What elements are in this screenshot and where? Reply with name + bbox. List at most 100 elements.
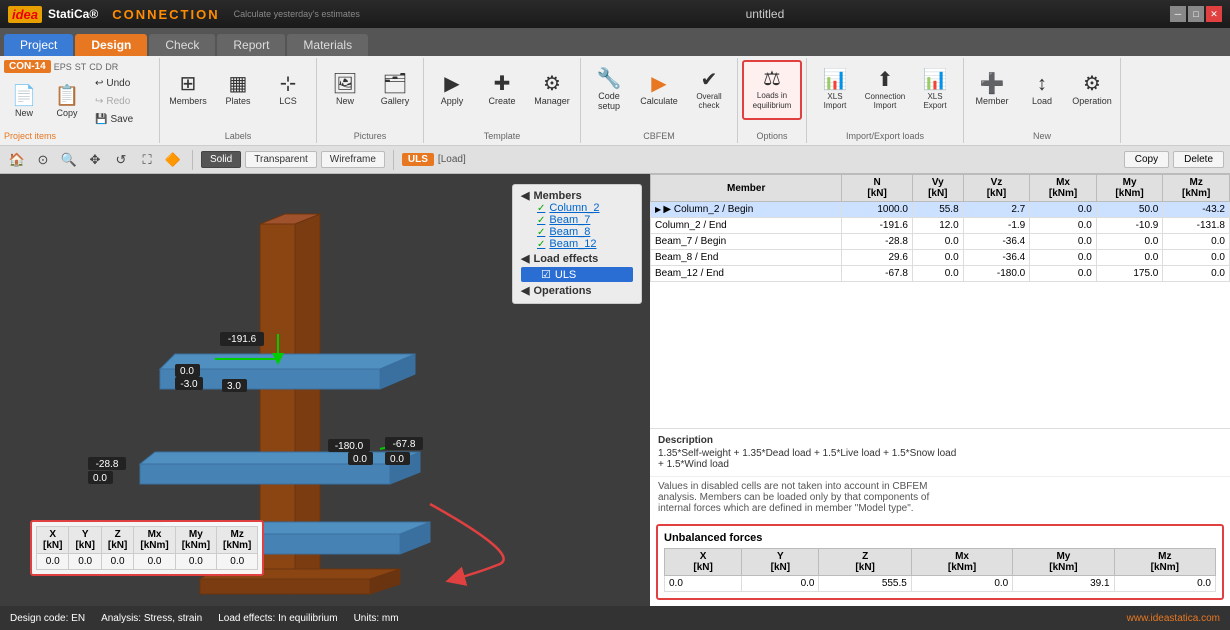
fullscreen-button[interactable]: ⛶: [136, 149, 158, 171]
tree-operations-toggle[interactable]: ◀Operations: [521, 284, 633, 297]
apply-button[interactable]: ▶ Apply: [428, 60, 476, 120]
zoom-fit-button[interactable]: ⊙: [32, 149, 54, 171]
maximize-button[interactable]: □: [1188, 6, 1204, 22]
tree-members-toggle[interactable]: ◀Members: [521, 189, 633, 202]
delete-load-button[interactable]: Delete: [1173, 151, 1224, 168]
tab-project[interactable]: Project: [4, 34, 73, 56]
design-code-item: Design code: EN: [10, 613, 85, 624]
st-icon[interactable]: ST: [75, 62, 87, 72]
copy-load-button[interactable]: Copy: [1124, 151, 1169, 168]
tab-check[interactable]: Check: [149, 34, 215, 56]
copy-delete-group: Copy Delete: [1124, 151, 1224, 168]
overall-check-button[interactable]: ✔ Overall check: [685, 60, 733, 120]
col-mx: Mx[kNm]: [1030, 175, 1097, 202]
right-panel: Member N[kN] Vy[kN] Vz[kN] Mx[kNm] My[kN…: [650, 174, 1230, 606]
cd-icon[interactable]: CD: [89, 62, 102, 72]
website-link[interactable]: www.ideastatica.com: [1127, 613, 1220, 624]
new-operation-button[interactable]: ⚙ Operation: [1068, 60, 1116, 120]
tree-uls-item[interactable]: ☑ULS: [521, 267, 633, 282]
uls-badge: ULS: [402, 153, 434, 166]
svg-text:-191.6: -191.6: [228, 334, 257, 345]
secondary-toolbar: 🏠 ⊙ 🔍 ✥ ↺ ⛶ 🔶 Solid Transparent Wirefram…: [0, 146, 1230, 174]
undo-redo-save: ↩ Undo ↪ Redo 💾 Save: [90, 75, 138, 128]
load-label: [Load]: [438, 154, 466, 165]
dr-icon[interactable]: DR: [105, 62, 118, 72]
tree-beam7[interactable]: ✓Beam_7: [521, 214, 633, 226]
copy-button[interactable]: 📋 Copy: [47, 77, 87, 127]
svg-text:0.0: 0.0: [390, 454, 404, 465]
tree-members-section: ◀Members ✓Column_2 ✓Beam_7 ✓Beam_8 ✓Beam…: [521, 189, 633, 250]
new-member-button[interactable]: ➕ Member: [968, 60, 1016, 120]
tree-panel: TOP L R ◀Members ✓Column_2 ✓Beam_7 ✓Beam…: [512, 184, 642, 304]
lcs-button[interactable]: ⊹ LCS: [264, 60, 312, 120]
new-button[interactable]: 📄 New: [4, 77, 44, 127]
loads-in-equilibrium-button[interactable]: ⚖ Loads inequilibrium: [742, 60, 802, 120]
solid-view-button[interactable]: Solid: [201, 151, 241, 168]
tab-materials[interactable]: Materials: [287, 34, 368, 56]
new-icon: 📄: [12, 86, 37, 106]
unbalanced-row: 0.0 0.0 555.5 0.0 39.1 0.0: [665, 576, 1216, 592]
rotate-button[interactable]: ↺: [110, 149, 132, 171]
project-items-label: Project items: [4, 131, 56, 141]
search-button[interactable]: 🔍: [58, 149, 80, 171]
undo-button[interactable]: ↩ Undo: [90, 75, 138, 92]
description-title: Description: [658, 435, 1222, 446]
new-load-button[interactable]: ↕ Load: [1018, 60, 1066, 120]
ribbon-section-labels: ⊞ Members ▦ Plates ⊹ LCS Labels: [160, 58, 317, 143]
ribbon-section-template: ▶ Apply ✚ Create ⚙ Manager Template: [424, 58, 581, 143]
xls-import-button[interactable]: 📊 XLSImport: [811, 60, 859, 120]
code-setup-button[interactable]: 🔧 Code setup: [585, 60, 633, 120]
xls-export-button[interactable]: 📊 XLSExport: [911, 60, 959, 120]
close-button[interactable]: ✕: [1206, 6, 1222, 22]
ribbon: CON-14 EPS ST CD DR 📄 New 📋 Copy ↩ Undo …: [0, 56, 1230, 146]
viewport-3d[interactable]: -191.6 0.0 -3.0 3.0 -180.0 -67.8 0.0 0.0: [0, 174, 650, 606]
load-data-table: Member N[kN] Vy[kN] Vz[kN] Mx[kNm] My[kN…: [650, 174, 1230, 428]
tree-load-effects-section: ◀Load effects ☑ULS: [521, 252, 633, 282]
settings-icon[interactable]: 🔶: [162, 149, 184, 171]
col-my: My[kNm]: [1096, 175, 1163, 202]
connection-label: CONNECTION: [112, 7, 219, 22]
description-box: Description 1.35*Self-weight + 1.35*Dead…: [650, 428, 1230, 476]
save-button[interactable]: 💾 Save: [90, 111, 138, 128]
divider2: [393, 150, 394, 170]
tree-beam8[interactable]: ✓Beam_8: [521, 226, 633, 238]
redo-button[interactable]: ↪ Redo: [90, 93, 138, 110]
svg-text:-3.0: -3.0: [180, 379, 198, 390]
table-row[interactable]: Beam_7 / Begin -28.8 0.0 -36.4 0.0 0.0 0…: [651, 234, 1230, 250]
statica-label: StatiCa®: [48, 7, 98, 21]
app-logo: idea StatiCa® CONNECTION Calculate yeste…: [8, 6, 360, 23]
tab-design[interactable]: Design: [75, 34, 147, 56]
home-button[interactable]: 🏠: [6, 149, 28, 171]
con-btn[interactable]: CON-14: [4, 60, 51, 73]
gallery-button[interactable]: 🗂 Gallery: [371, 60, 419, 120]
table-row[interactable]: Column_2 / End -191.6 12.0 -1.9 0.0 -10.…: [651, 218, 1230, 234]
col-vy: Vy[kN]: [912, 175, 963, 202]
minimize-button[interactable]: ─: [1170, 6, 1186, 22]
pan-button[interactable]: ✥: [84, 149, 106, 171]
idea-logo: idea: [8, 6, 42, 23]
table-row[interactable]: ▶ Column_2 / Begin 1000.0 55.8 2.7 0.0 5…: [651, 202, 1230, 218]
connection-import-button[interactable]: ⬆ ConnectionImport: [861, 60, 909, 120]
transparent-view-button[interactable]: Transparent: [245, 151, 317, 168]
labels-section-label: Labels: [164, 129, 312, 141]
divider: [192, 150, 193, 170]
tab-report[interactable]: Report: [217, 34, 285, 56]
tree-load-effects-toggle[interactable]: ◀Load effects: [521, 252, 633, 265]
titlebar: idea StatiCa® CONNECTION Calculate yeste…: [0, 0, 1230, 28]
col-member: Member: [651, 175, 842, 202]
plates-button[interactable]: ▦ Plates: [214, 60, 262, 120]
tree-column2[interactable]: ✓Column_2: [521, 202, 633, 214]
members-button[interactable]: ⊞ Members: [164, 60, 212, 120]
eps-icon[interactable]: EPS: [54, 62, 72, 72]
wireframe-view-button[interactable]: Wireframe: [321, 151, 385, 168]
table-row[interactable]: Beam_12 / End -67.8 0.0 -180.0 0.0 175.0…: [651, 266, 1230, 282]
create-button[interactable]: ✚ Create: [478, 60, 526, 120]
calculate-button[interactable]: ▶ Calculate: [635, 60, 683, 120]
manager-button[interactable]: ⚙ Manager: [528, 60, 576, 120]
svg-text:3.0: 3.0: [227, 381, 241, 392]
tree-beam12[interactable]: ✓Beam_12: [521, 238, 633, 250]
table-row[interactable]: Beam_8 / End 29.6 0.0 -36.4 0.0 0.0 0.0: [651, 250, 1230, 266]
new-picture-button[interactable]: 🖼 New: [321, 60, 369, 120]
ribbon-section-new: ➕ Member ↕ Load ⚙ Operation New: [964, 58, 1121, 143]
lower-force-table: X[kN] Y[kN] Z[kN] Mx[kNm] My[kNm] Mz[kNm…: [30, 520, 264, 576]
